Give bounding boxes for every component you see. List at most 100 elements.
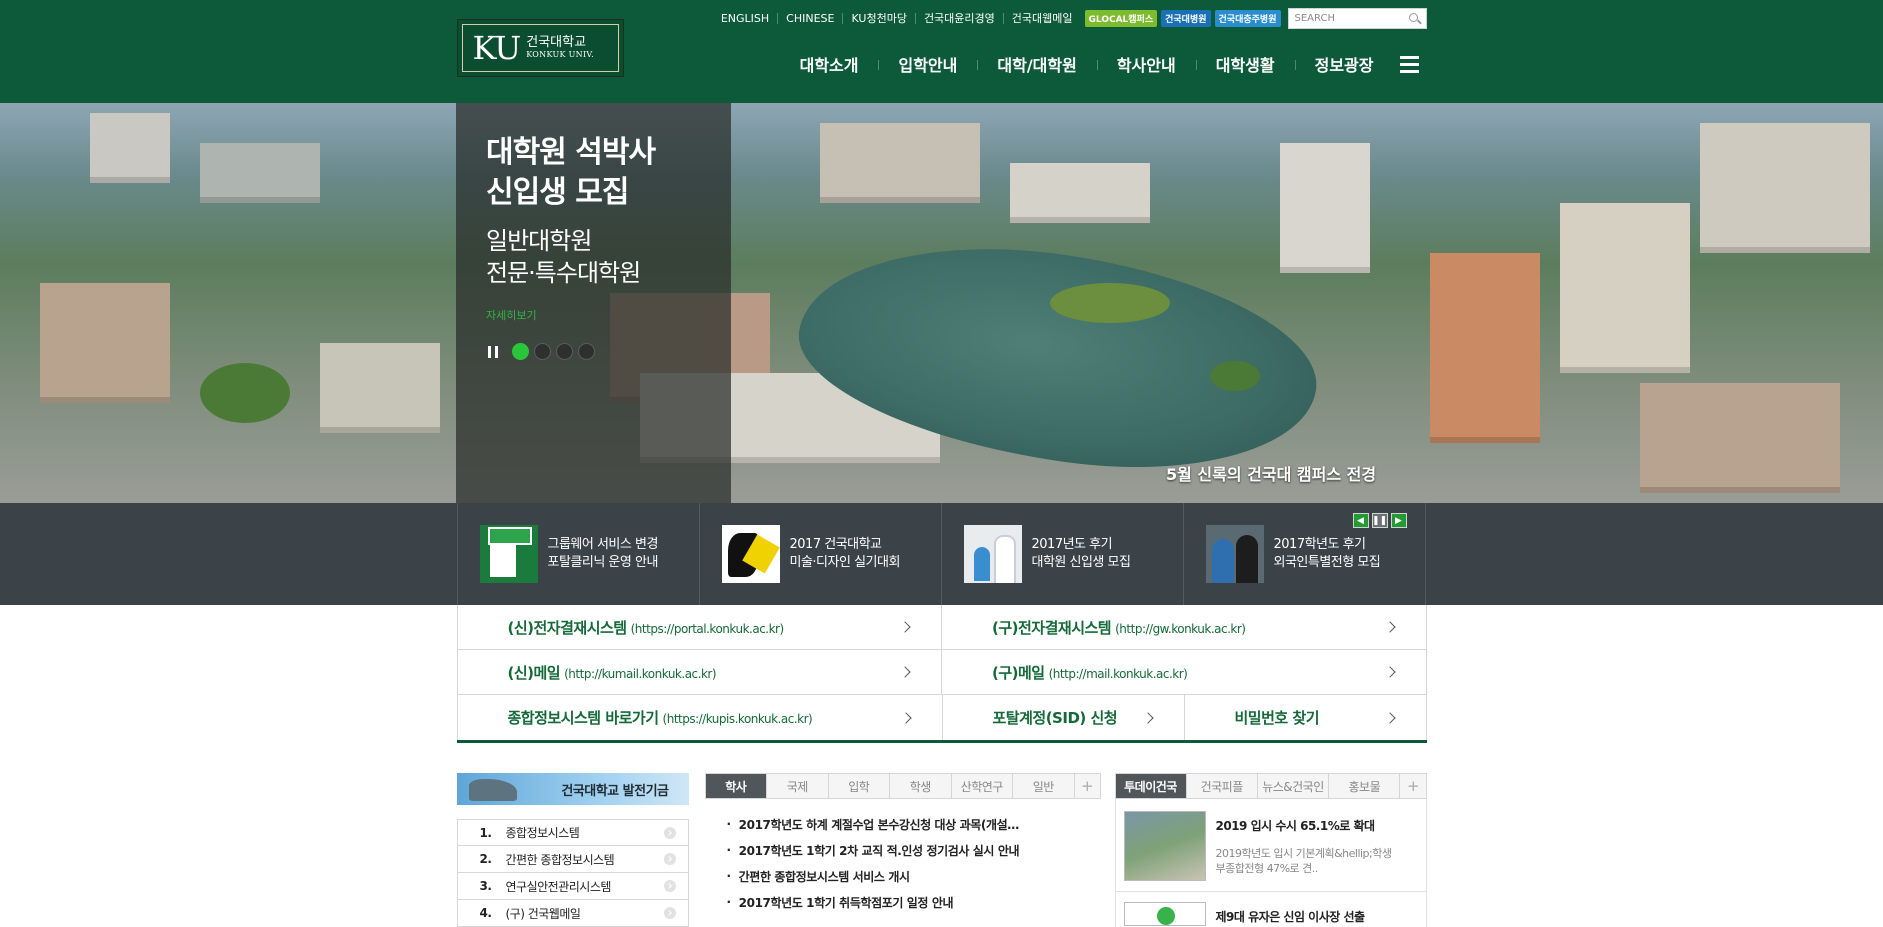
slide-dot-2[interactable] [534,343,551,360]
slide-dot-4[interactable] [578,343,595,360]
tab-promo[interactable]: 홍보물 [1328,774,1399,798]
tab-people[interactable]: 건국피플 [1185,774,1257,798]
banner-line1: 2017년도 후기 [1031,537,1113,552]
next-arrow-icon[interactable]: ▶ [1390,513,1407,528]
quick-link-label: (구)메일 [992,663,1045,682]
quick-link-sid-request[interactable]: 포탈계정(SID) 신청 [941,695,1184,740]
quick-link-new-approval[interactable]: (신)전자결재시스템 (https://portal.konkuk.ac.kr) [456,605,942,649]
quick-link-old-mail[interactable]: (구)메일 (http://mail.konkuk.ac.kr) [941,650,1427,694]
tab-admission[interactable]: 입학 [827,774,890,798]
quick-link-old-approval[interactable]: (구)전자결재시스템 (http://gw.konkuk.ac.kr) [941,605,1427,649]
system-label: 연구실안전관리시스템 [505,879,612,894]
chevron-right-icon [899,711,912,724]
campus-building [820,123,980,203]
chevron-right-icon [1383,711,1396,724]
visual-subtitle-line1: 일반대학원 [486,227,592,255]
banner-item[interactable]: 그룹웨어 서비스 변경 포탈클리닉 운영 안내 [458,503,700,605]
visual-more-link[interactable]: 자세히보기 [486,307,537,323]
chevron-right-icon [899,621,911,633]
main-visual: 대학원 석박사 신입생 모집 일반대학원 전문·특수대학원 자세히보기 5월 신… [0,103,1883,503]
quick-link-label: 종합정보시스템 바로가기 [507,709,660,727]
tab-research[interactable]: 산학연구 [950,774,1013,798]
nav-about[interactable]: 대학소개 [780,52,879,76]
arrow-circle-icon [663,853,676,865]
lake-island [1210,361,1260,391]
news-title: 제9대 유자은 신임 이사장 선출 [1215,910,1366,924]
search-input[interactable]: SEARCH [1287,8,1427,29]
campus-building [1560,203,1690,373]
quick-link-label: (신)메일 [507,663,561,682]
quick-link-url: (https://portal.konkuk.ac.kr) [630,621,785,636]
banner-thumbnail [721,525,780,583]
plus-icon[interactable]: + [1073,774,1100,798]
chungju-hospital-badge[interactable]: 건국대충주병원 [1214,10,1281,27]
notice-item[interactable]: 2017학년도 하계 계절수업 본수강신청 대상 과목(개설… [727,811,1101,837]
glocal-campus-badge[interactable]: GLOCAL캠퍼스 [1084,10,1158,27]
visual-copy-box: 대학원 석박사 신입생 모집 일반대학원 전문·특수대학원 자세히보기 [456,103,731,503]
arrow-circle-icon [663,826,676,839]
banner-item[interactable]: 2017 건국대학교 미술·디자인 실기대회 [700,503,942,605]
plus-icon[interactable]: + [1399,774,1425,798]
util-link-english[interactable]: ENGLISH [713,13,777,24]
system-list-item[interactable]: 4. (구) 건국웹메일 [456,900,689,927]
system-label: (구) 건국웹메일 [505,906,581,921]
nav-admission[interactable]: 입학안내 [878,52,977,76]
visual-title: 대학원 석박사 신입생 모집 [486,133,701,213]
slide-dot-3[interactable] [556,343,573,360]
pause-icon[interactable]: ❚❚ [1371,513,1388,528]
quick-link-find-password[interactable]: 비밀번호 찾기 [1183,695,1427,740]
news-item[interactable]: 2019 입시 수시 65.1%로 확대 2019학년도 입시 기본계획&hel… [1114,799,1427,892]
banner-thumbnail [479,525,538,583]
util-link-webmail[interactable]: 건국대웹메일 [1002,13,1081,24]
nav-info-square[interactable]: 정보광장 [1294,52,1394,76]
menu-icon[interactable] [1399,55,1419,73]
tab-news[interactable]: 뉴스&건국인 [1256,774,1328,798]
news-tabs: 투데이건국 건국피플 뉴스&건국인 홍보물 + [1114,773,1427,799]
campus-building [1430,253,1540,443]
konkuk-logo[interactable]: KU 건국대학교 KONKUK UNIV. [456,19,624,77]
slide-dot-1[interactable] [512,343,529,360]
system-num: 4. [479,906,492,920]
quick-link-kupis[interactable]: 종합정보시스템 바로가기 (https://kupis.konkuk.ac.kr) [456,695,942,740]
arrow-circle-icon [663,907,676,919]
tab-student[interactable]: 학생 [889,774,951,798]
visual-title-line1: 대학원 석박사 [486,135,656,170]
util-link-ethics[interactable]: 건국대윤리경영 [914,13,1003,24]
prev-arrow-icon[interactable]: ◀ [1352,513,1369,528]
arrow-circle-icon [663,880,676,892]
tab-general[interactable]: 일반 [1012,774,1074,798]
quick-link-new-mail[interactable]: (신)메일 (http://kumail.konkuk.ac.kr) [456,650,942,694]
util-link-cheongcheon[interactable]: KU청천마당 [842,13,914,24]
util-link-chinese[interactable]: CHINESE [777,13,842,24]
hospital-badge[interactable]: 건국대병원 [1161,10,1211,27]
news-desc-line1: 2019학년도 입시 기본계획&hellip;학생 [1215,847,1392,860]
system-list-item[interactable]: 1. 종합정보시스템 [456,819,689,846]
banner-item[interactable]: 2017년도 후기 대학원 신입생 모집 [942,503,1184,605]
notice-column: 학사 국제 입학 학생 산학연구 일반 + 2017학년도 하계 계절수업 본수… [704,773,1101,927]
left-column: 건국대학교 발전기금 1. 종합정보시스템 2. 간편한 종합정보시스템 3. 연구실… [456,773,689,927]
notice-item[interactable]: 간편한 종합정보시스템 서비스 개시 [727,863,1101,889]
system-list-item[interactable]: 2. 간편한 종합정보시스템 [456,846,689,873]
nav-academics[interactable]: 학사안내 [1096,52,1196,76]
nav-colleges[interactable]: 대학/대학원 [977,52,1096,76]
banner-thumbnail [1205,525,1264,583]
search-icon[interactable] [1408,12,1422,26]
campus-building [1280,143,1370,273]
banner-item[interactable]: 2017학년도 후기 외국인특별전형 모집 ◀ ❚❚ ▶ [1184,503,1426,605]
logo-name-en: KONKUK UNIV. [526,49,594,59]
notice-item[interactable]: 2017학년도 1학기 취득학점포기 일정 안내 [727,889,1101,915]
tab-international[interactable]: 국제 [766,774,828,798]
system-list-item[interactable]: 3. 연구실안전관리시스템 [456,873,689,900]
news-item[interactable]: 제9대 유자은 신임 이사장 선출 [1114,892,1427,927]
banner-thumbnail [963,525,1022,583]
pause-icon[interactable] [486,345,500,359]
tab-today[interactable]: 투데이건국 [1115,774,1186,798]
notice-item[interactable]: 2017학년도 1학기 2차 교직 적.인성 정기검사 실시 안내 [727,837,1101,863]
nav-campus-life[interactable]: 대학생활 [1195,52,1295,76]
system-label: 종합정보시스템 [505,826,580,840]
development-fund-banner[interactable]: 건국대학교 발전기금 [456,773,689,805]
system-num: 1. [479,825,492,840]
tab-academic[interactable]: 학사 [705,774,766,798]
campus-building [1640,383,1840,493]
banner-line1: 그룹웨어 서비스 변경 [547,537,659,552]
